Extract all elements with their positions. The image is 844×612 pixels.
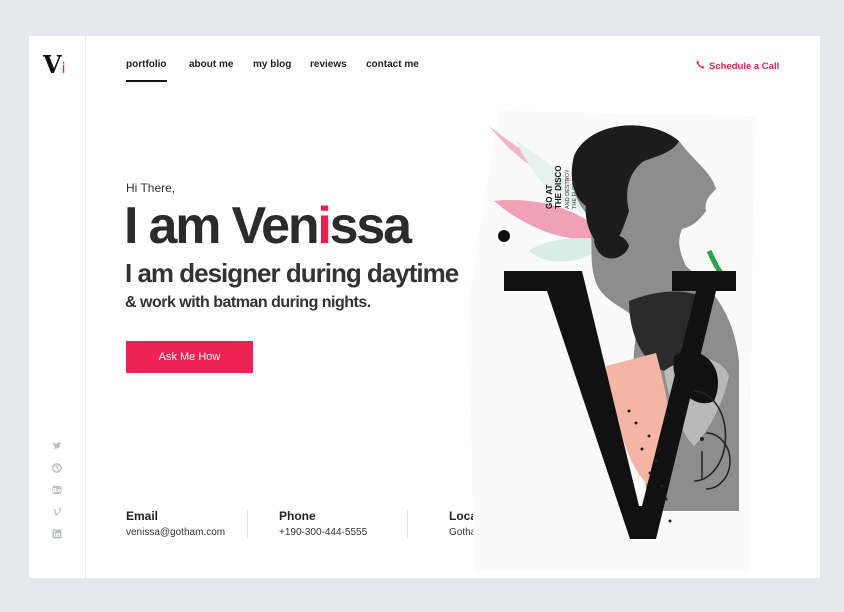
schedule-call-link[interactable]: Schedule a Call xyxy=(696,60,779,72)
dribbble-icon[interactable] xyxy=(52,463,62,473)
logo[interactable]: Vi xyxy=(43,50,65,79)
svg-text:Bē: Bē xyxy=(53,488,62,495)
phone-label: Phone xyxy=(279,509,316,523)
art-text-line2: THE DISCO xyxy=(554,165,563,209)
twitter-icon[interactable] xyxy=(52,441,62,451)
ask-me-how-button[interactable]: Ask Me How xyxy=(126,341,253,373)
greeting-text: Hi There, xyxy=(126,181,176,195)
divider xyxy=(247,509,248,539)
hero-subtitle: I am designer during daytime xyxy=(125,258,459,288)
page-card: Vi Bē portfolio about me my blog reviews… xyxy=(29,36,820,578)
phone-value[interactable]: +190-300-444-5555 xyxy=(279,527,367,538)
hero-tagline: & work with batman during nights. xyxy=(125,294,371,311)
art-text-line1: GO AT xyxy=(545,184,554,209)
nav-item-reviews[interactable]: reviews xyxy=(310,59,347,77)
nav-item-portfolio[interactable]: portfolio xyxy=(126,59,167,82)
left-rail: Vi Bē xyxy=(29,36,86,578)
nav-item-my-blog[interactable]: my blog xyxy=(253,59,291,77)
art-text-line3: AND DESTROY xyxy=(565,169,571,209)
linkedin-icon[interactable] xyxy=(52,529,62,539)
art-text-line4: THE FLOR xyxy=(572,182,578,209)
nav-item-contact-me[interactable]: contact me xyxy=(366,59,419,77)
divider xyxy=(407,509,408,539)
email-label: Email xyxy=(126,509,159,523)
phone-icon xyxy=(696,60,705,72)
email-value[interactable]: venissa@gotham.com xyxy=(126,527,225,538)
behance-icon[interactable]: Bē xyxy=(52,485,62,495)
vimeo-icon[interactable] xyxy=(52,507,62,517)
nav-item-about-me[interactable]: about me xyxy=(189,59,233,77)
hero-title: I am Venissa xyxy=(124,197,412,255)
hero-illustration: GO AT THE DISCO AND DESTROY THE FLOR xyxy=(424,101,764,571)
